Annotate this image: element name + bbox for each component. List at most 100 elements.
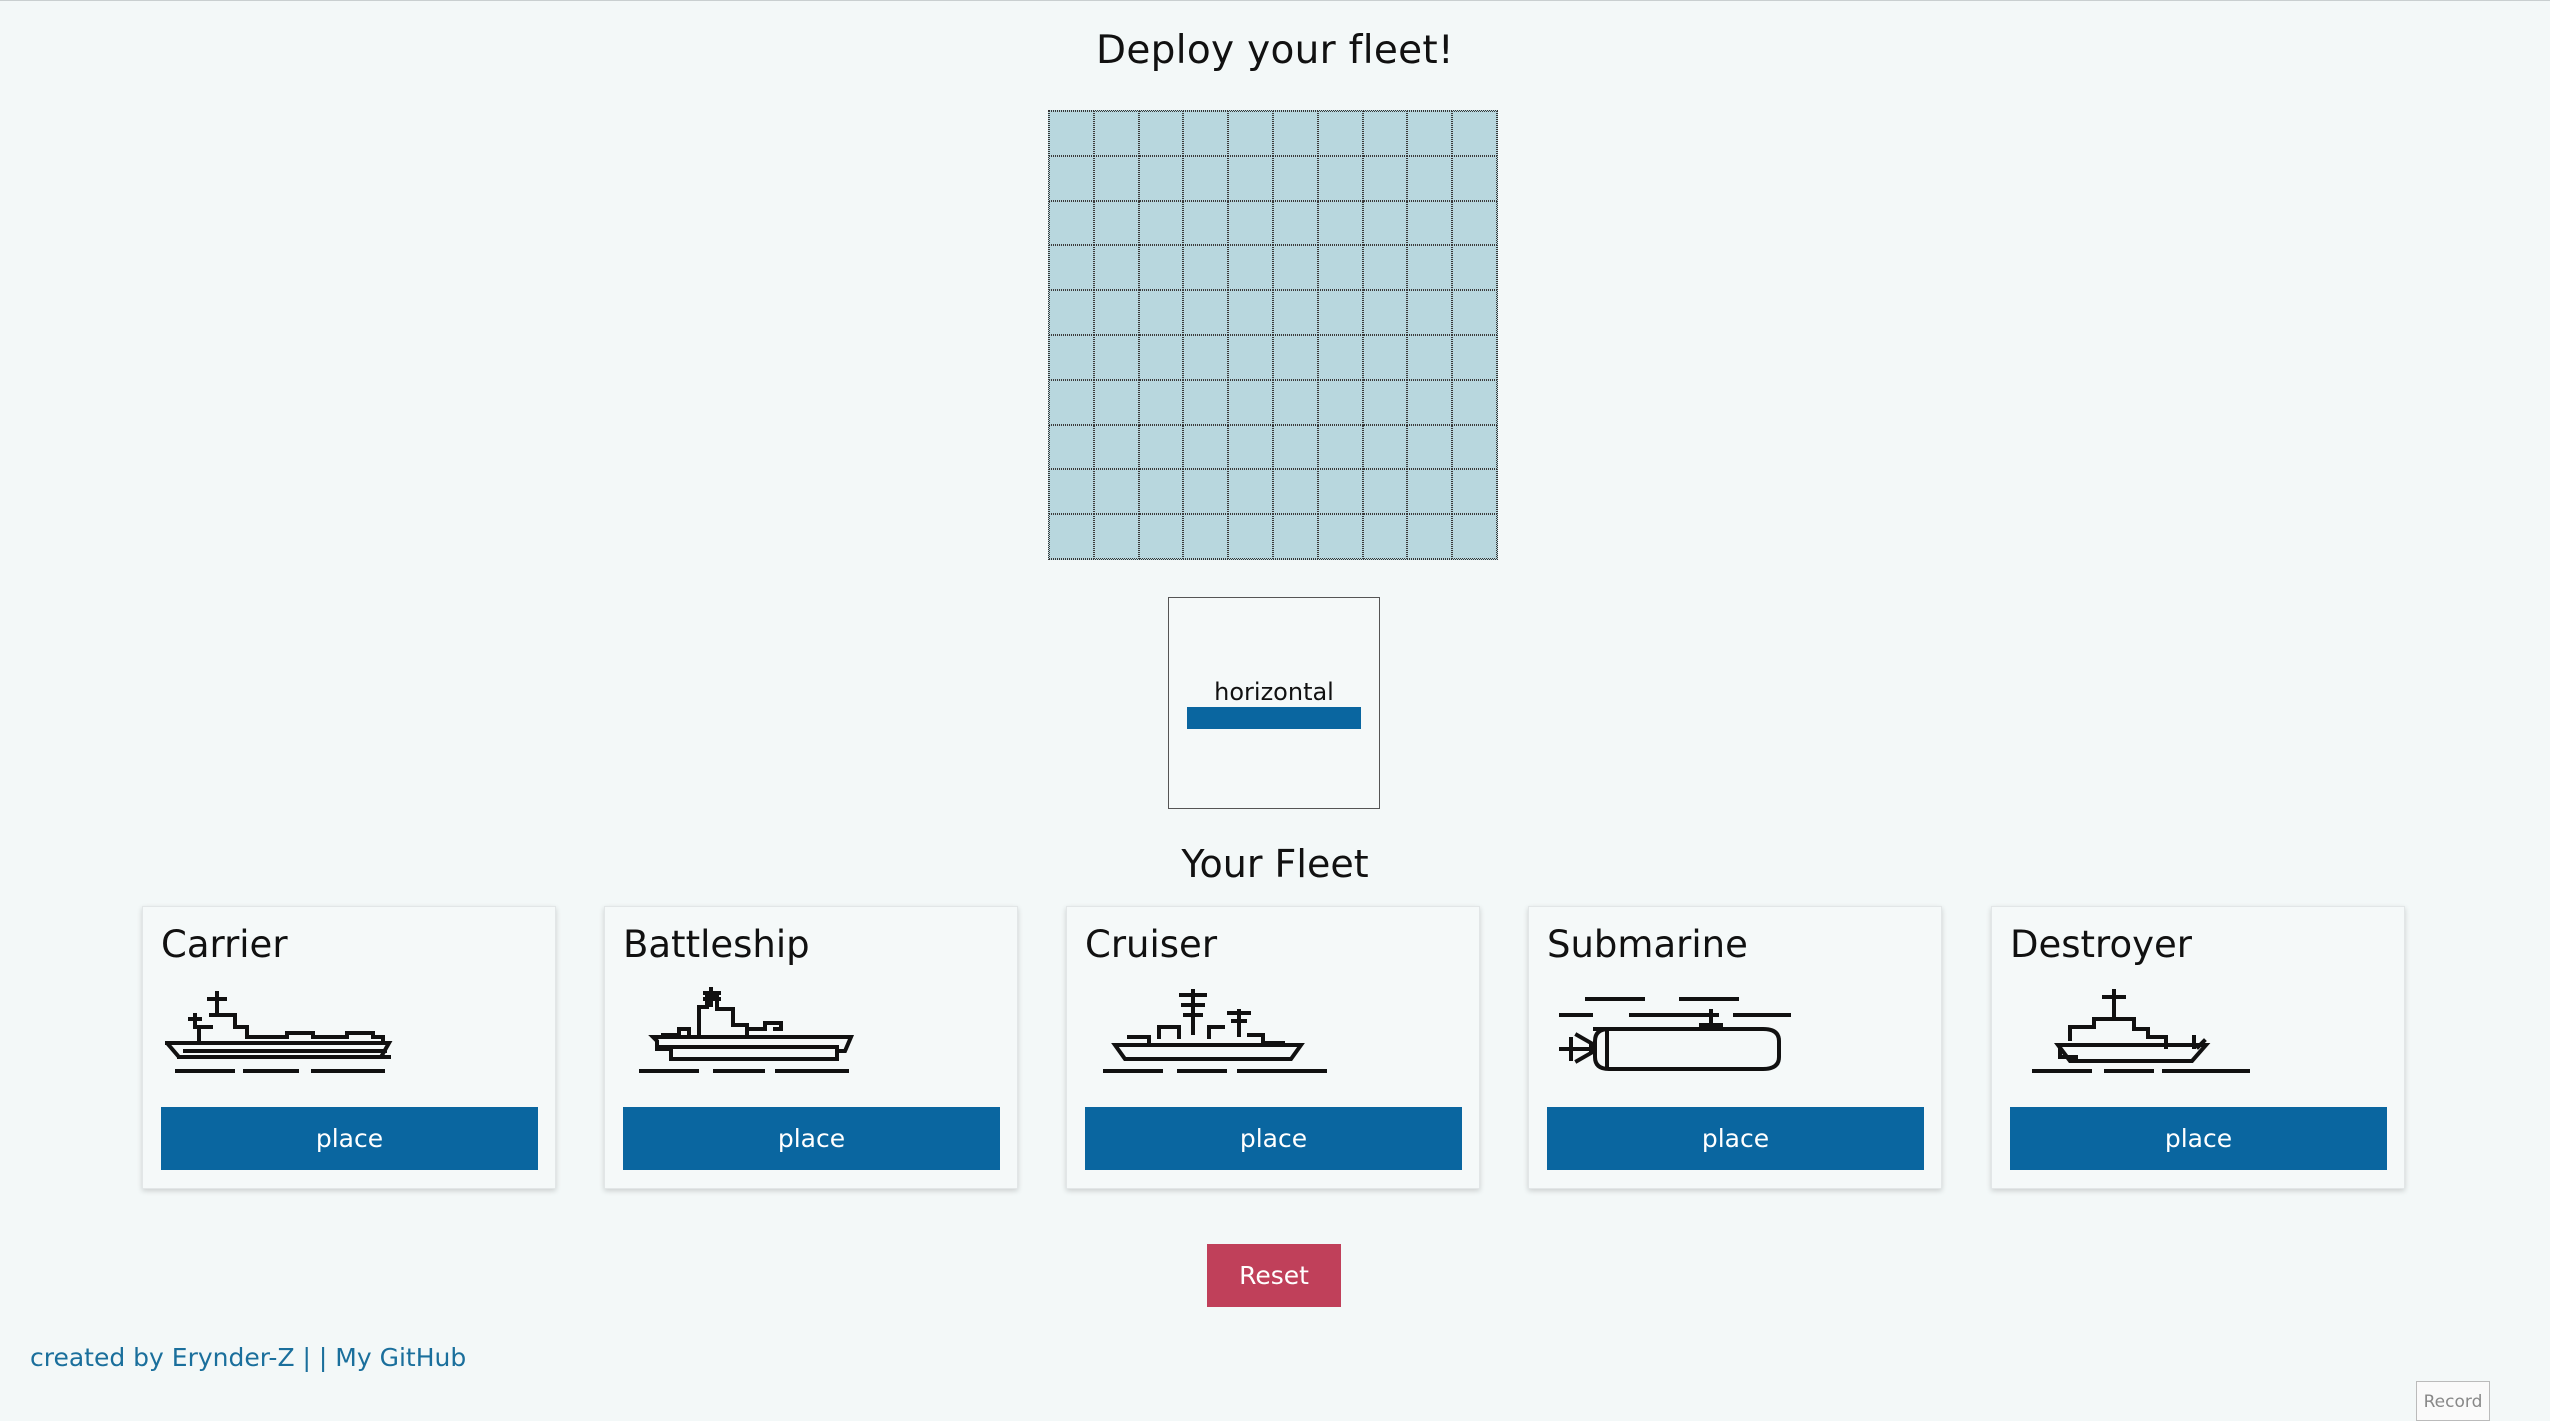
board-cell[interactable] [1362, 155, 1408, 201]
board-cell[interactable] [1362, 245, 1408, 291]
board-cell[interactable] [1272, 424, 1318, 470]
board-cell[interactable] [1049, 379, 1094, 425]
board-cell[interactable] [1228, 469, 1273, 515]
place-submarine-button[interactable]: place [1547, 1107, 1924, 1170]
board-cell[interactable] [1228, 379, 1273, 425]
board-cell[interactable] [1183, 379, 1229, 425]
place-carrier-button[interactable]: place [161, 1107, 538, 1170]
board-cell[interactable] [1049, 514, 1094, 559]
board-cell[interactable] [1407, 200, 1453, 246]
board-cell[interactable] [1407, 111, 1453, 156]
board-cell[interactable] [1272, 334, 1318, 380]
board-cell[interactable] [1183, 290, 1229, 335]
board-cell[interactable] [1138, 245, 1184, 291]
board-cell[interactable] [1228, 514, 1273, 559]
board-cell[interactable] [1138, 155, 1184, 201]
board-cell[interactable] [1093, 514, 1139, 559]
board-cell[interactable] [1138, 111, 1184, 156]
board-cell[interactable] [1317, 379, 1363, 425]
board-cell[interactable] [1362, 200, 1408, 246]
record-button[interactable]: Record [2416, 1381, 2490, 1421]
board-cell[interactable] [1362, 469, 1408, 515]
board-cell[interactable] [1407, 155, 1453, 201]
board-cell[interactable] [1452, 290, 1497, 335]
place-cruiser-button[interactable]: place [1085, 1107, 1462, 1170]
board-cell[interactable] [1183, 245, 1229, 291]
board-cell[interactable] [1228, 290, 1273, 335]
board-cell[interactable] [1183, 514, 1229, 559]
github-link[interactable]: My GitHub [335, 1343, 466, 1372]
board-cell[interactable] [1452, 200, 1497, 246]
board-cell[interactable] [1093, 469, 1139, 515]
board-cell[interactable] [1452, 111, 1497, 156]
board-cell[interactable] [1228, 245, 1273, 291]
board-cell[interactable] [1362, 334, 1408, 380]
board-cell[interactable] [1452, 469, 1497, 515]
placement-board[interactable] [1048, 110, 1498, 560]
board-cell[interactable] [1317, 334, 1363, 380]
board-cell[interactable] [1407, 290, 1453, 335]
board-cell[interactable] [1317, 424, 1363, 470]
board-cell[interactable] [1093, 290, 1139, 335]
board-cell[interactable] [1362, 290, 1408, 335]
board-cell[interactable] [1093, 111, 1139, 156]
board-cell[interactable] [1272, 514, 1318, 559]
orientation-toggle[interactable]: horizontal [1168, 597, 1380, 809]
board-cell[interactable] [1452, 514, 1497, 559]
board-cell[interactable] [1362, 379, 1408, 425]
board-cell[interactable] [1452, 334, 1497, 380]
board-cell[interactable] [1272, 155, 1318, 201]
board-cell[interactable] [1272, 245, 1318, 291]
board-cell[interactable] [1362, 514, 1408, 559]
board-cell[interactable] [1138, 514, 1184, 559]
board-cell[interactable] [1407, 469, 1453, 515]
board-cell[interactable] [1049, 424, 1094, 470]
board-cell[interactable] [1228, 334, 1273, 380]
board-cell[interactable] [1228, 424, 1273, 470]
board-cell[interactable] [1183, 111, 1229, 156]
board-cell[interactable] [1452, 155, 1497, 201]
board-cell[interactable] [1183, 424, 1229, 470]
board-cell[interactable] [1407, 379, 1453, 425]
board-cell[interactable] [1138, 469, 1184, 515]
reset-button[interactable]: Reset [1207, 1244, 1341, 1307]
board-cell[interactable] [1407, 334, 1453, 380]
place-destroyer-button[interactable]: place [2010, 1107, 2387, 1170]
board-cell[interactable] [1093, 424, 1139, 470]
board-cell[interactable] [1452, 245, 1497, 291]
board-cell[interactable] [1138, 379, 1184, 425]
board-cell[interactable] [1272, 379, 1318, 425]
board-cell[interactable] [1272, 111, 1318, 156]
board-cell[interactable] [1272, 469, 1318, 515]
board-cell[interactable] [1049, 111, 1094, 156]
board-cell[interactable] [1452, 379, 1497, 425]
board-cell[interactable] [1138, 424, 1184, 470]
board-cell[interactable] [1183, 155, 1229, 201]
board-cell[interactable] [1317, 514, 1363, 559]
board-cell[interactable] [1362, 424, 1408, 470]
board-cell[interactable] [1093, 155, 1139, 201]
board-cell[interactable] [1183, 334, 1229, 380]
board-cell[interactable] [1228, 200, 1273, 246]
board-cell[interactable] [1093, 379, 1139, 425]
board-cell[interactable] [1049, 245, 1094, 291]
board-cell[interactable] [1093, 200, 1139, 246]
board-cell[interactable] [1317, 290, 1363, 335]
board-cell[interactable] [1093, 245, 1139, 291]
board-cell[interactable] [1317, 245, 1363, 291]
board-cell[interactable] [1049, 200, 1094, 246]
board-cell[interactable] [1228, 111, 1273, 156]
board-cell[interactable] [1317, 111, 1363, 156]
board-cell[interactable] [1138, 334, 1184, 380]
board-cell[interactable] [1138, 290, 1184, 335]
board-cell[interactable] [1049, 155, 1094, 201]
board-cell[interactable] [1093, 334, 1139, 380]
board-cell[interactable] [1228, 155, 1273, 201]
board-cell[interactable] [1049, 334, 1094, 380]
board-cell[interactable] [1049, 290, 1094, 335]
board-cell[interactable] [1407, 424, 1453, 470]
board-cell[interactable] [1272, 290, 1318, 335]
place-battleship-button[interactable]: place [623, 1107, 1000, 1170]
board-cell[interactable] [1272, 200, 1318, 246]
board-cell[interactable] [1317, 200, 1363, 246]
